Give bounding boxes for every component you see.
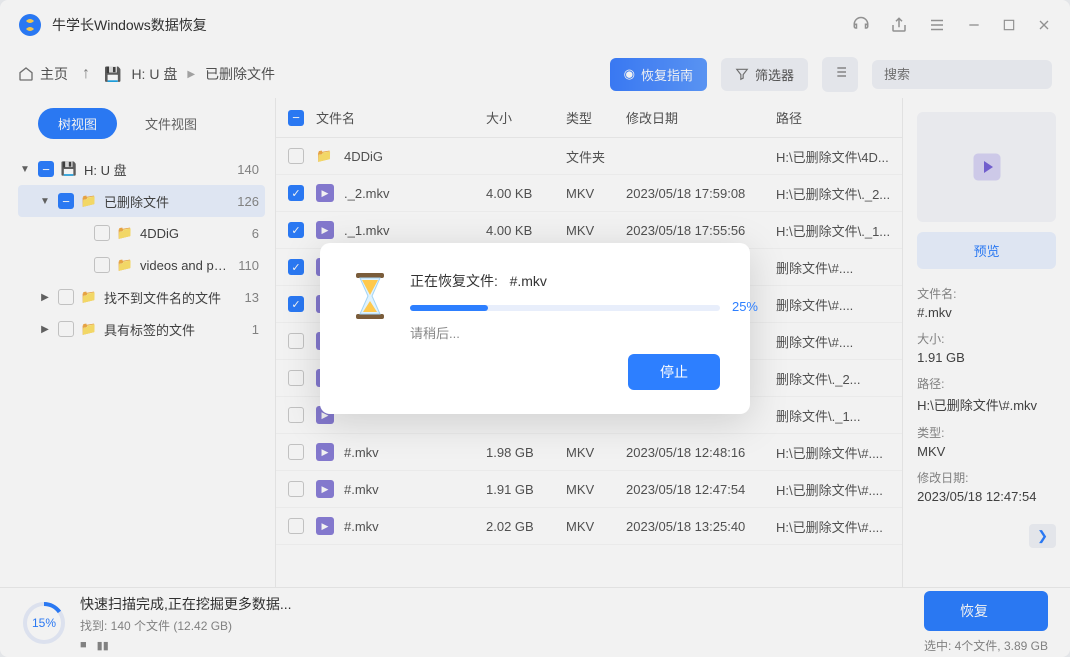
dialog-progress-pct: 25% [732,299,758,314]
dialog-title: 正在恢复文件: #.mkv [410,271,720,291]
recovery-progress-dialog: 正在恢复文件: #.mkv 25% 请稍后... 停止 [320,243,750,414]
dialog-title-prefix: 正在恢复文件: [410,273,498,289]
dialog-wait-text: 请稍后... [410,323,720,342]
hourglass-icon [350,271,390,321]
modal-overlay: 正在恢复文件: #.mkv 25% 请稍后... 停止 [0,0,1070,657]
dialog-stop-button[interactable]: 停止 [628,354,720,390]
dialog-filename: #.mkv [510,273,547,289]
dialog-progress-bar: 25% [410,305,720,311]
